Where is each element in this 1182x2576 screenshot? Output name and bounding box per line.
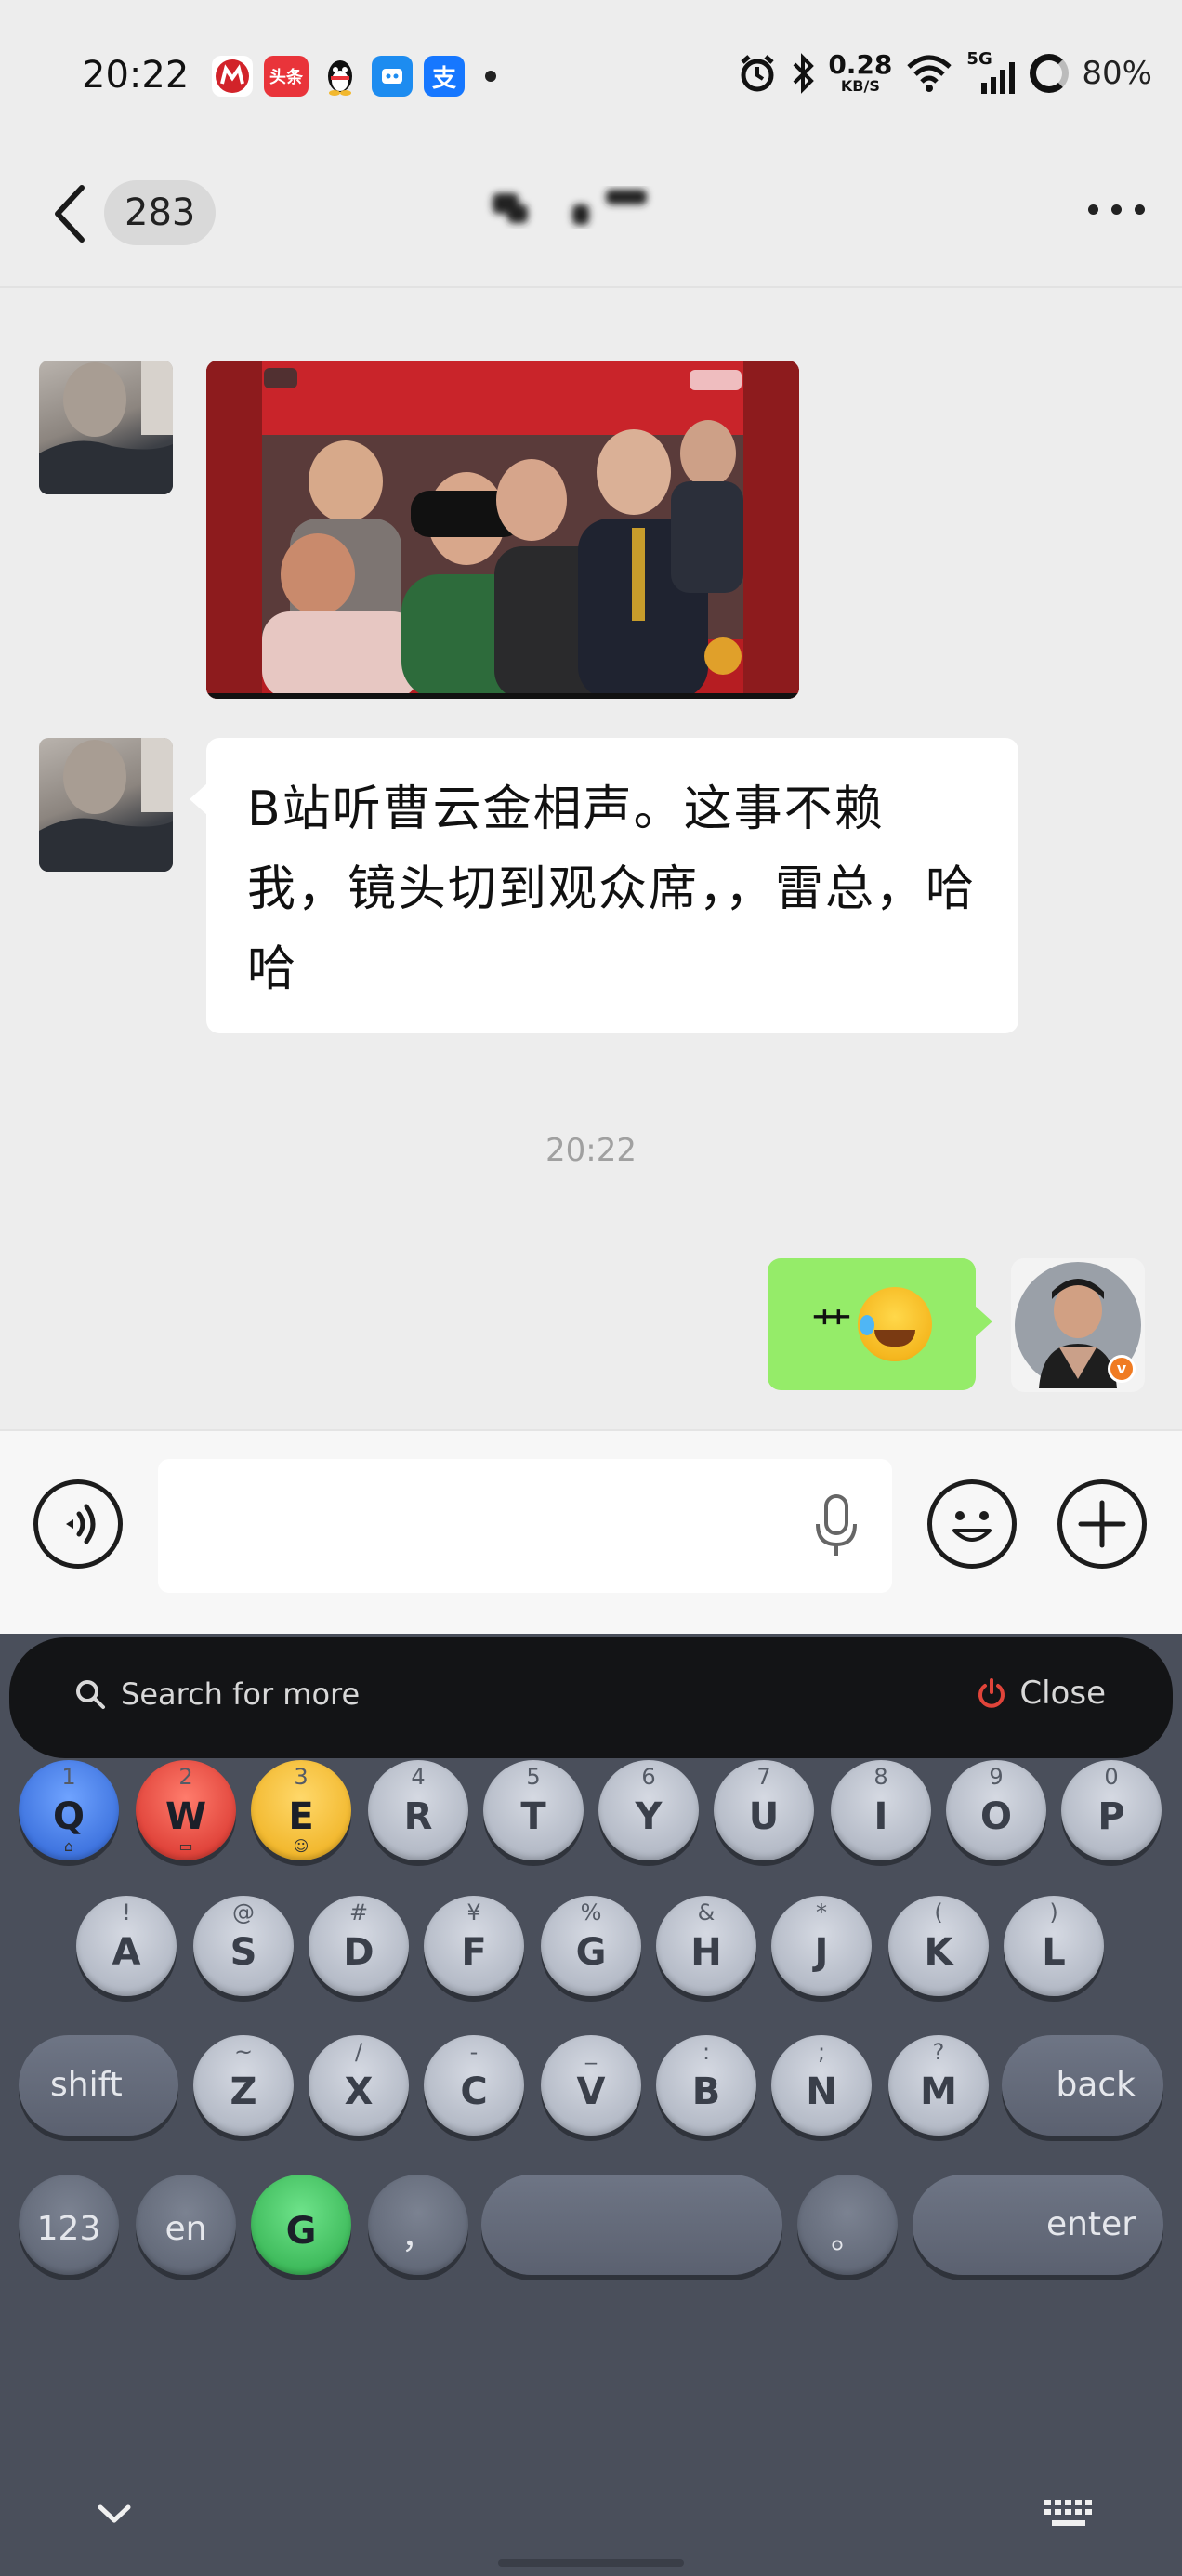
back-button[interactable] xyxy=(46,177,93,251)
more-notifications-dot xyxy=(485,71,496,82)
key-b[interactable]: :B xyxy=(656,2035,756,2136)
network-speed: 0.28 KB/S xyxy=(828,49,893,95)
key-o[interactable]: 9O xyxy=(946,1760,1046,1860)
battery-icon xyxy=(1030,54,1070,93)
smiley-icon xyxy=(952,1511,992,1542)
search-icon xyxy=(76,1680,105,1709)
status-time: 20:22 xyxy=(82,54,190,97)
period-key[interactable]: 。 xyxy=(797,2175,898,2275)
comma-key[interactable]: ， xyxy=(368,2175,468,2275)
more-dot-icon xyxy=(1111,204,1122,215)
enter-key[interactable]: enter xyxy=(913,2175,1163,2275)
video-thumbnail-message[interactable] xyxy=(206,361,799,699)
battery-level: 80% xyxy=(1082,55,1152,92)
key-g[interactable]: % G xyxy=(541,1896,641,1996)
wifi-icon xyxy=(907,55,952,92)
emoji-button[interactable] xyxy=(927,1479,1017,1569)
more-options-button[interactable] xyxy=(1088,204,1145,215)
numbers-key[interactable]: 123 xyxy=(19,2175,119,2275)
key-x[interactable]: / X xyxy=(309,2035,409,2136)
keyboard-search-placeholder: Search for more xyxy=(121,1676,361,1712)
more-dot-icon xyxy=(1135,204,1145,215)
key-e[interactable]: 3 E ☺ xyxy=(251,1760,351,1860)
notification-icons: 头条 支 xyxy=(212,56,496,97)
voice-wave-icon xyxy=(66,1504,96,1544)
keyboard-close-button[interactable]: Close xyxy=(977,1675,1106,1712)
received-message-bubble[interactable]: B站听曹云金相声。这事不赖我，镜头切到观众席，，雷总，哈哈 xyxy=(190,738,1018,1033)
received-message-text: B站听曹云金相声。这事不赖我，镜头切到观众席，，雷总，哈哈 xyxy=(247,782,977,997)
key-t[interactable]: 5T xyxy=(483,1760,584,1860)
key-j[interactable]: * J xyxy=(771,1896,872,1996)
message-timestamp: 20:22 xyxy=(545,1132,637,1169)
verified-badge-icon: v xyxy=(1108,1355,1136,1383)
key-z[interactable]: ~ Z xyxy=(193,2035,294,2136)
add-attachment-button[interactable] xyxy=(1057,1479,1147,1569)
key-a[interactable]: ! A xyxy=(76,1896,177,1996)
key-n[interactable]: ; N xyxy=(771,2035,872,2136)
keyboard-switch-icon[interactable] xyxy=(1041,2496,1097,2533)
soft-keyboard: Search for more Close 1 Q ⌂ 2 W ▭ 3 E ☺ 4R 5T … xyxy=(0,1634,1182,2576)
alarm-icon xyxy=(741,55,774,92)
chevron-left-icon xyxy=(55,185,85,243)
key-c[interactable]: -C xyxy=(424,2035,524,2136)
key-i[interactable]: 8I xyxy=(831,1760,931,1860)
chat-title-blurred xyxy=(483,177,678,242)
qq-browser-icon xyxy=(372,56,413,97)
shift-key[interactable]: shift xyxy=(19,2035,178,2136)
language-key[interactable]: en xyxy=(136,2175,236,2275)
space-key[interactable] xyxy=(481,2175,782,2275)
signal-indicator: 5G xyxy=(966,49,1017,94)
key-h[interactable]: & H xyxy=(656,1896,756,1996)
key-k[interactable]: (K xyxy=(888,1896,989,1996)
key-m[interactable]: ? M xyxy=(888,2035,989,2136)
key-l[interactable]: ) L xyxy=(1004,1896,1104,1996)
metro-app-icon xyxy=(212,56,253,97)
keyboard-bottom-bar xyxy=(0,2470,1182,2576)
hide-keyboard-chevron-icon[interactable] xyxy=(93,2500,136,2528)
sent-message-bubble[interactable]: 艹 xyxy=(768,1258,992,1390)
message-input[interactable] xyxy=(158,1459,892,1593)
backspace-key[interactable]: back xyxy=(1002,2035,1163,2136)
status-indicators: 0.28 KB/S 5G 80% xyxy=(737,49,1152,97)
qq-icon xyxy=(320,56,361,97)
key-d[interactable]: # D xyxy=(309,1896,409,1996)
close-label: Close xyxy=(1019,1675,1106,1712)
key-r[interactable]: 4R xyxy=(368,1760,468,1860)
key-f[interactable]: ¥ F xyxy=(424,1896,524,1996)
plus-icon xyxy=(1078,1500,1126,1548)
alipay-icon: 支 xyxy=(424,56,465,97)
toutiao-icon: 头条 xyxy=(264,56,309,97)
keyboard-keys: 1 Q ⌂ 2 W ▭ 3 E ☺ 4R 5T 6Y 7U 8I 9O 0P ! A @ S #… xyxy=(0,1723,1182,2429)
key-u[interactable]: 7U xyxy=(714,1760,814,1860)
message-input-bar xyxy=(0,1429,1182,1634)
power-icon xyxy=(978,1678,1005,1708)
key-q[interactable]: 1 Q ⌂ xyxy=(19,1760,119,1860)
microphone-icon[interactable] xyxy=(810,1492,862,1563)
chat-header: 283 xyxy=(0,139,1182,288)
key-p[interactable]: 0P xyxy=(1061,1760,1162,1860)
voice-mode-button[interactable] xyxy=(33,1479,123,1569)
bluetooth-icon xyxy=(793,53,815,94)
sent-message-text: 艹 xyxy=(811,1305,852,1352)
contact-avatar[interactable] xyxy=(39,738,173,872)
contact-avatar[interactable] xyxy=(39,361,173,494)
key-s[interactable]: @ S xyxy=(193,1896,294,1996)
more-dot-icon xyxy=(1088,204,1098,215)
key-w[interactable]: 2 W ▭ xyxy=(136,1760,236,1860)
g-key[interactable]: G xyxy=(251,2175,351,2275)
my-avatar[interactable]: v xyxy=(1011,1258,1145,1392)
status-bar: 20:22 头条 支 0.28 KB/S 5G 80% xyxy=(0,0,1182,139)
key-y[interactable]: 6Y xyxy=(598,1760,699,1860)
keyboard-search-field[interactable]: Search for more xyxy=(74,1676,360,1712)
home-indicator[interactable] xyxy=(498,2559,684,2567)
laughing-crying-emoji-icon xyxy=(858,1287,932,1361)
unread-count-badge[interactable]: 283 xyxy=(104,180,217,245)
key-v[interactable]: _ V xyxy=(541,2035,641,2136)
